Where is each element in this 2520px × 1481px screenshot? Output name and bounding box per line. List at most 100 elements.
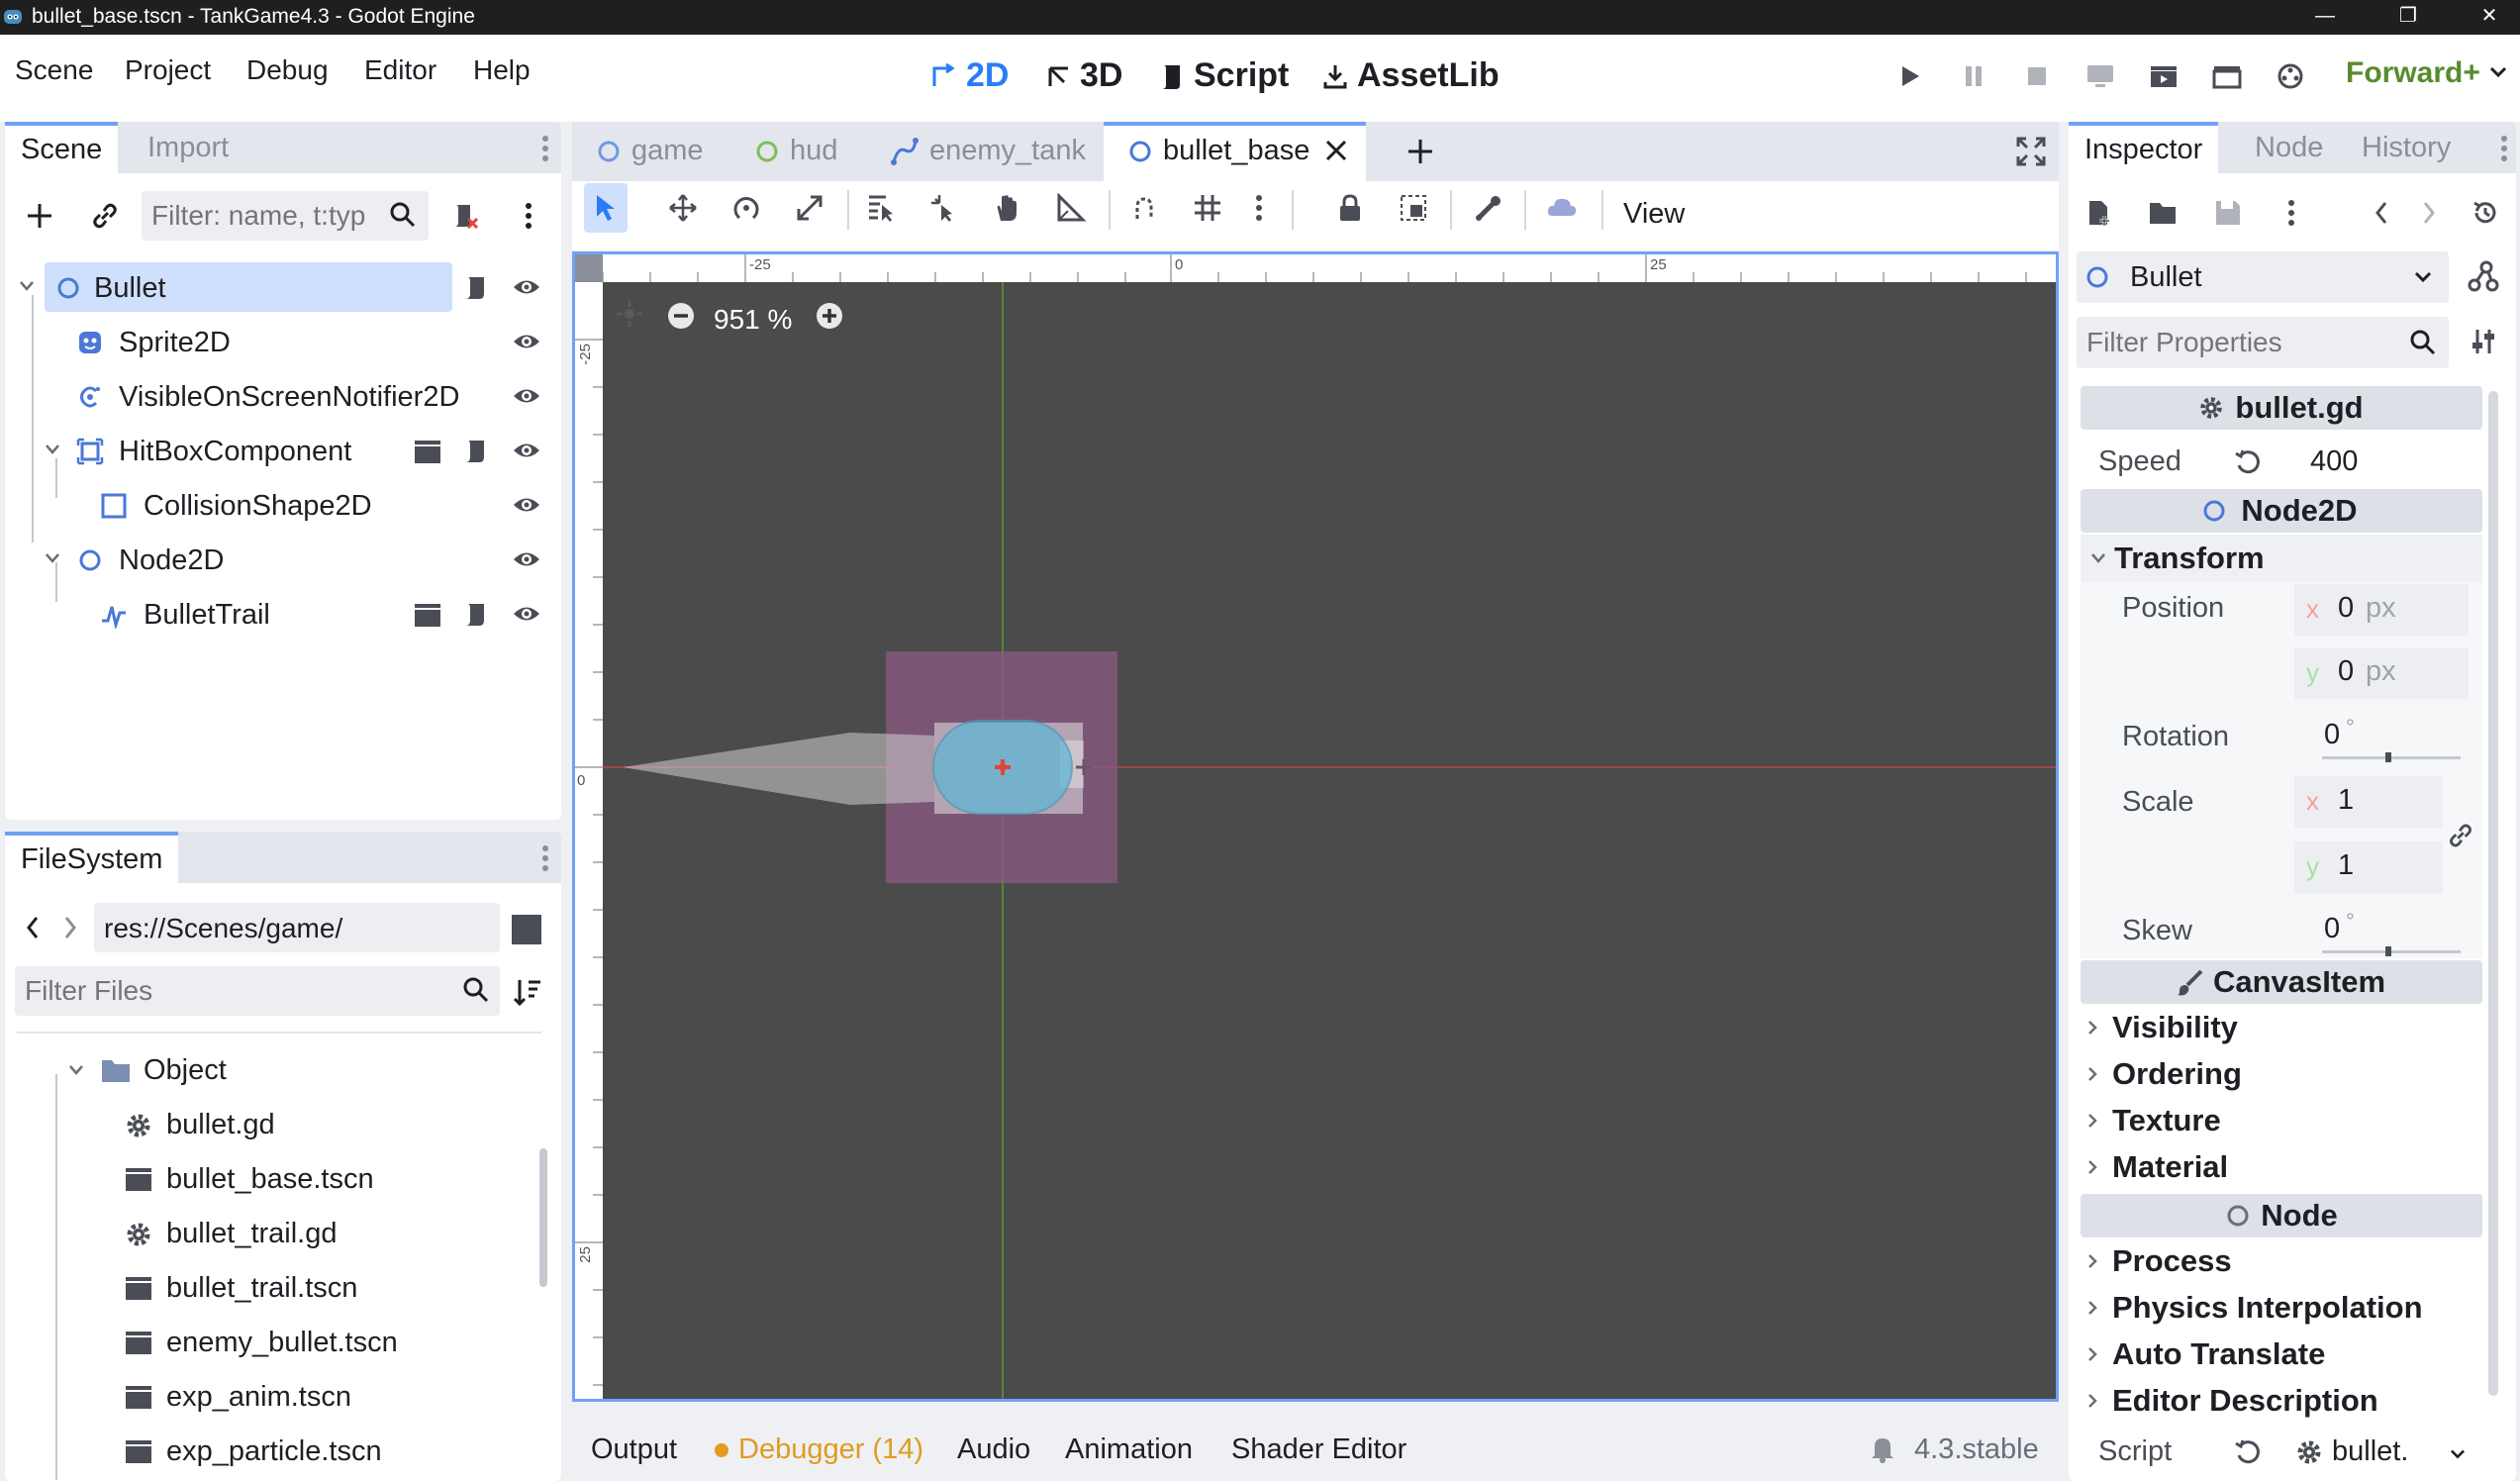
- workspace-script-button[interactable]: Script: [1158, 56, 1289, 95]
- node-section-header[interactable]: Node: [2081, 1194, 2482, 1237]
- scene-tab-hud[interactable]: hud: [730, 122, 874, 181]
- tree-row-hitboxcomponent[interactable]: HitBoxComponent: [5, 424, 559, 477]
- scene-tab-enemy-tank[interactable]: enemy_tank: [874, 122, 1104, 181]
- workspace-3d-button[interactable]: 3D: [1044, 56, 1122, 95]
- rotation-slider[interactable]: 0 °: [2302, 715, 2461, 764]
- revert-icon[interactable]: [2233, 447, 2263, 477]
- open-folder-icon[interactable]: [2148, 198, 2180, 228]
- tab-scene[interactable]: Scene: [5, 122, 119, 173]
- script-value[interactable]: bullet.: [2332, 1435, 2408, 1468]
- tab-filesystem[interactable]: FileSystem: [5, 832, 179, 883]
- zoom-in-icon[interactable]: [815, 301, 844, 331]
- renderer-select[interactable]: Forward+: [2346, 56, 2480, 90]
- run-custom-scene-button[interactable]: [2207, 56, 2247, 96]
- chevron-down-icon[interactable]: [2488, 64, 2508, 80]
- fs-row-object-folder[interactable]: Object: [5, 1044, 530, 1098]
- slider-grabber[interactable]: [2385, 752, 2391, 762]
- fs-row-file[interactable]: bullet.gd: [5, 1099, 530, 1152]
- tree-row-bullet[interactable]: Bullet: [5, 260, 559, 314]
- position-x-field[interactable]: x 0 px: [2294, 584, 2469, 636]
- file-filter-input[interactable]: [23, 972, 423, 1010]
- add-node-button[interactable]: [23, 199, 56, 233]
- lock-button[interactable]: [1328, 186, 1372, 230]
- smart-snap-button[interactable]: [1122, 186, 1166, 230]
- node-tree-icon[interactable]: [2467, 259, 2500, 293]
- forward-arrow-icon[interactable]: [62, 915, 78, 940]
- zoom-level[interactable]: 951 %: [714, 304, 792, 336]
- dock-menu-icon[interactable]: [541, 134, 549, 163]
- visibility-eye-icon[interactable]: [512, 601, 541, 627]
- snap-options-button[interactable]: [1237, 186, 1281, 230]
- split-mode-icon[interactable]: [512, 915, 541, 944]
- sort-icon[interactable]: [512, 976, 543, 1008]
- chevron-down-icon[interactable]: [68, 1064, 84, 1076]
- instantiate-scene-button[interactable]: [88, 199, 122, 233]
- history-forward-icon[interactable]: [2421, 200, 2437, 226]
- visibility-eye-icon[interactable]: [512, 383, 541, 409]
- particles-button[interactable]: [1540, 186, 1584, 230]
- scrollbar-thumb[interactable]: [2488, 391, 2498, 1396]
- tree-row-node2d[interactable]: Node2D: [5, 533, 559, 586]
- pivot-mode-button[interactable]: [922, 186, 966, 230]
- bell-icon[interactable]: [1869, 1433, 1896, 1463]
- open-in-editor-icon[interactable]: [413, 438, 442, 465]
- menu-editor[interactable]: Editor: [364, 54, 436, 86]
- fs-row-file[interactable]: bullet_trail.gd: [5, 1208, 530, 1261]
- revert-icon[interactable]: [2233, 1437, 2263, 1467]
- menu-debug[interactable]: Debug: [246, 54, 329, 86]
- tab-node[interactable]: Node: [2239, 122, 2339, 173]
- movie-maker-button[interactable]: [2271, 56, 2310, 96]
- node2d-section-header[interactable]: Node2D: [2081, 489, 2482, 533]
- path-field[interactable]: res://Scenes/game/: [94, 903, 500, 952]
- object-history-icon[interactable]: [2471, 198, 2500, 228]
- fs-row-file[interactable]: exp_anim.tscn: [5, 1371, 530, 1425]
- scene-filter-input[interactable]: [149, 197, 381, 235]
- ruler-mode-button[interactable]: [1049, 186, 1093, 230]
- visibility-eye-icon[interactable]: [512, 546, 541, 572]
- transform-group[interactable]: Transform: [2081, 535, 2482, 582]
- close-window-button[interactable]: ✕: [2461, 0, 2518, 35]
- visibility-eye-icon[interactable]: [512, 438, 541, 463]
- workspace-2d-button[interactable]: 2D: [930, 56, 1009, 95]
- scene-options-icon[interactable]: [525, 201, 533, 231]
- slider-grabber[interactable]: [2385, 946, 2391, 956]
- fs-row-file[interactable]: exp_particle.tscn: [5, 1426, 530, 1479]
- scene-filter-field[interactable]: [142, 191, 429, 241]
- chevron-down-icon[interactable]: [19, 280, 35, 292]
- center-view-icon[interactable]: [615, 299, 644, 329]
- maximize-button[interactable]: ❐: [2379, 0, 2437, 35]
- kebab-menu-icon[interactable]: [2287, 198, 2295, 228]
- script-icon[interactable]: [462, 274, 490, 302]
- inspector-scrollbar[interactable]: [2488, 391, 2498, 1396]
- fs-row-file[interactable]: bullet_base.tscn: [5, 1153, 530, 1207]
- tree-row-collisionshape2d[interactable]: CollisionShape2D: [5, 478, 559, 532]
- skeleton-button[interactable]: [1467, 186, 1510, 230]
- list-select-button[interactable]: [859, 186, 903, 230]
- property-filter-field[interactable]: [2077, 317, 2449, 368]
- scene-tab-bullet-base[interactable]: bullet_base: [1104, 122, 1366, 181]
- menu-scene[interactable]: Scene: [15, 54, 93, 86]
- scale-y-field[interactable]: y 1: [2294, 841, 2443, 893]
- new-resource-icon[interactable]: [2084, 198, 2114, 228]
- pause-button[interactable]: [1954, 56, 1993, 96]
- link-scale-icon[interactable]: [2447, 822, 2474, 849]
- chevron-down-icon[interactable]: [45, 552, 60, 564]
- open-in-editor-icon[interactable]: [413, 601, 442, 629]
- view-menu-button[interactable]: View: [1623, 198, 1685, 231]
- bottom-tab-debugger[interactable]: Debugger (14): [738, 1433, 923, 1466]
- distraction-free-icon[interactable]: [2015, 136, 2047, 167]
- workspace-assetlib-button[interactable]: AssetLib: [1321, 56, 1500, 95]
- bottom-tab-animation[interactable]: Animation: [1065, 1433, 1193, 1466]
- select-mode-button[interactable]: [584, 183, 628, 233]
- tab-history[interactable]: History: [2346, 122, 2467, 173]
- remote-debug-button[interactable]: [2081, 56, 2120, 96]
- scale-x-field[interactable]: x 1: [2294, 776, 2443, 828]
- tree-row-bullettrail[interactable]: BulletTrail: [5, 587, 559, 641]
- property-filter-input[interactable]: [2084, 323, 2385, 362]
- dock-menu-icon[interactable]: [541, 843, 549, 873]
- position-y-field[interactable]: y 0 px: [2294, 647, 2469, 699]
- minimize-button[interactable]: —: [2296, 0, 2354, 35]
- bottom-tab-audio[interactable]: Audio: [957, 1433, 1030, 1466]
- run-current-scene-button[interactable]: [2144, 56, 2183, 96]
- object-selector[interactable]: Bullet: [2077, 251, 2449, 303]
